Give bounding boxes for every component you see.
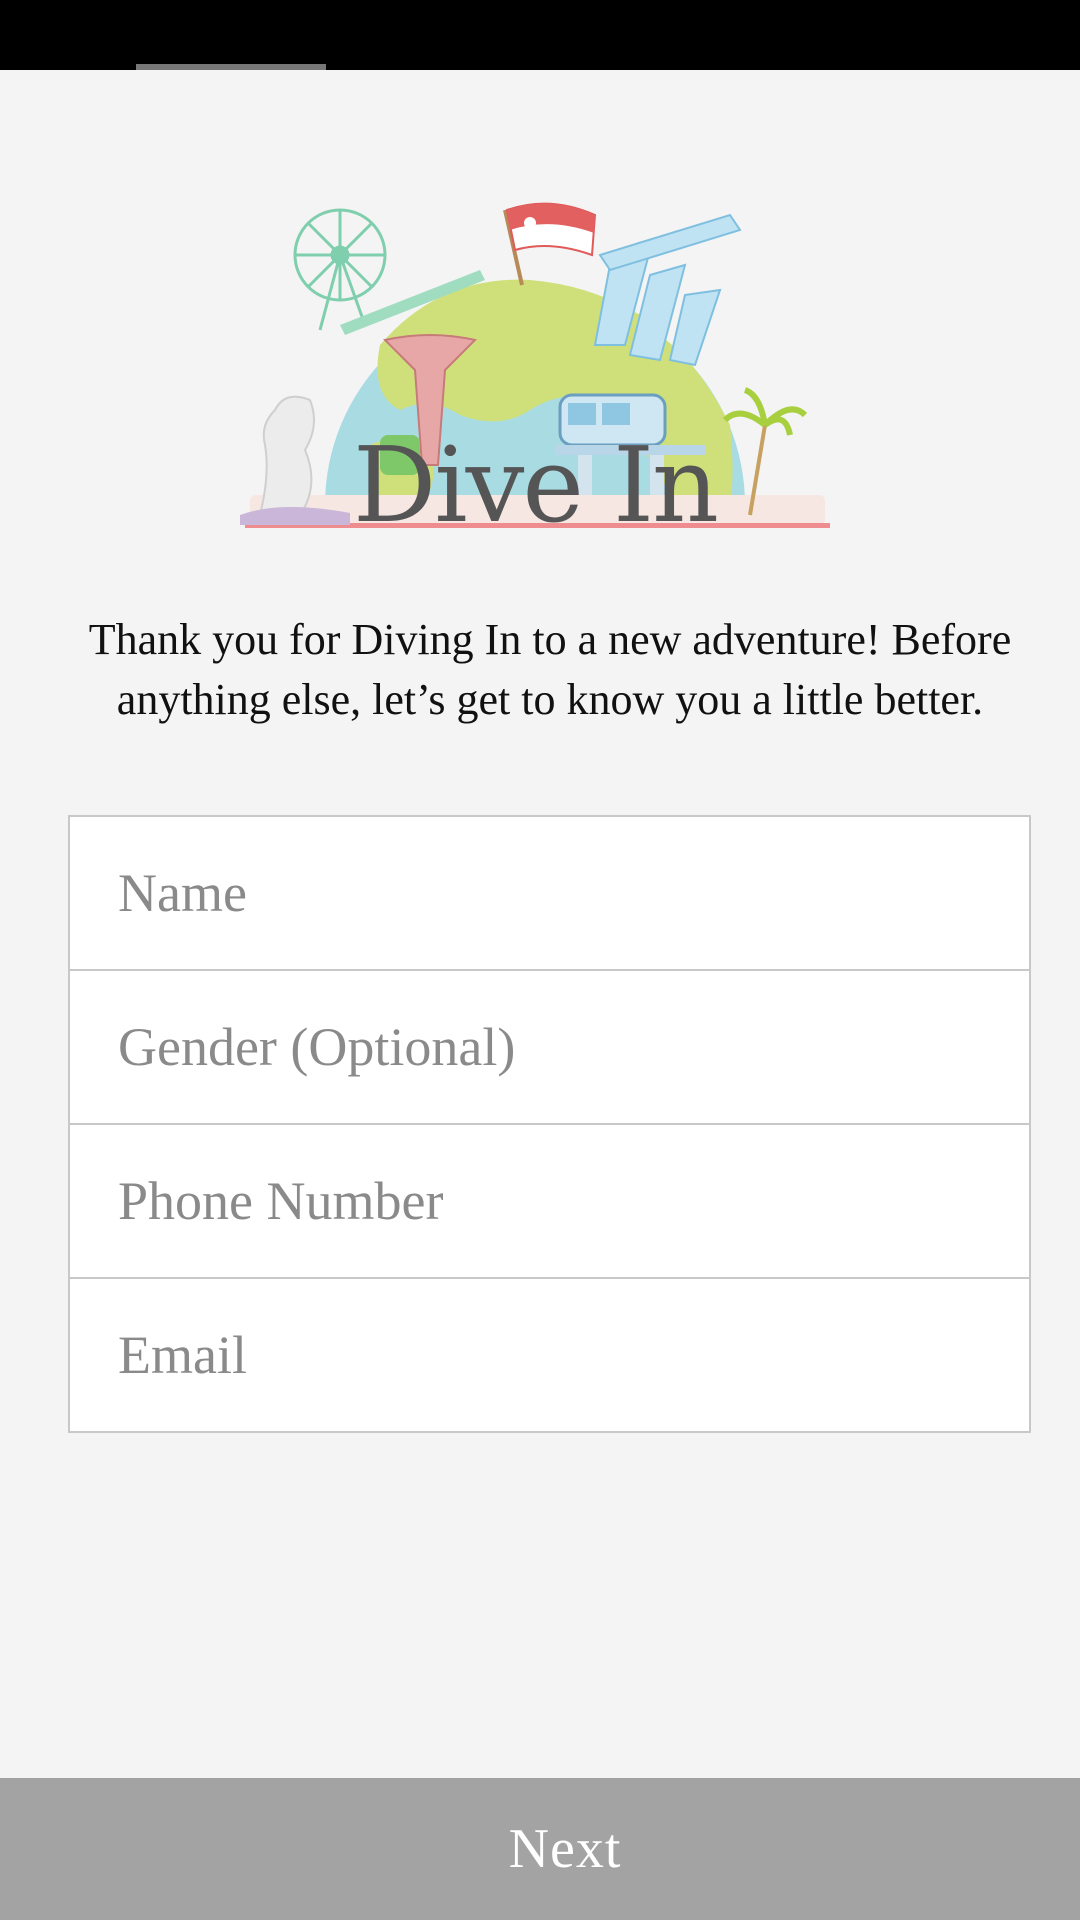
email-field-container (68, 1277, 1031, 1433)
profile-form (68, 815, 1031, 1433)
gender-input[interactable] (70, 971, 1029, 1123)
email-input[interactable] (70, 1279, 1029, 1431)
status-bar (0, 0, 1080, 70)
logo-title: Dive In (352, 424, 719, 546)
intro-text: Thank you for Diving In to a new adventu… (88, 615, 1012, 724)
app-logo: Dive In (230, 195, 840, 555)
phone-number-input[interactable] (70, 1125, 1029, 1277)
name-field-container (68, 815, 1031, 971)
next-button[interactable]: Next (0, 1778, 1080, 1920)
phone-field-container (68, 1123, 1031, 1279)
next-button-label: Next (508, 1818, 622, 1880)
name-input[interactable] (70, 817, 1029, 969)
tab-indicator (136, 64, 326, 70)
gender-field-container (68, 969, 1031, 1125)
